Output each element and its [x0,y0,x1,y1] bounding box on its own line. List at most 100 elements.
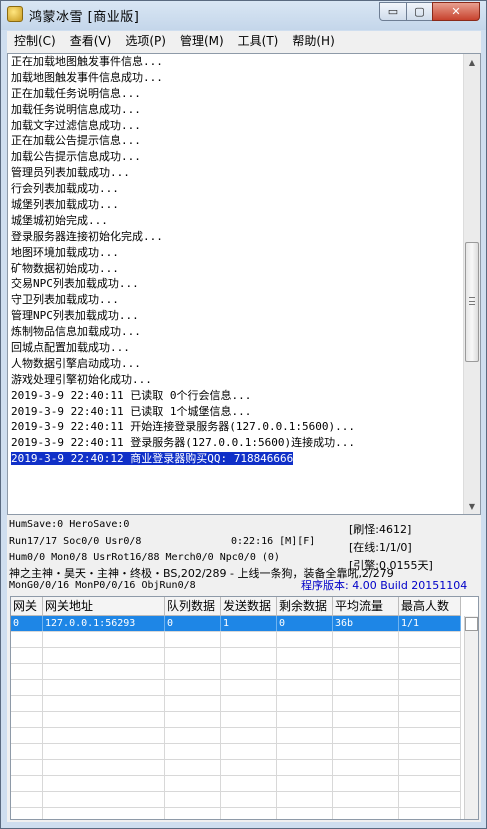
menu-tools[interactable]: 工具(T) [231,31,286,51]
table-cell [277,648,333,663]
table-cell [399,664,461,679]
menu-options[interactable]: 选项(P) [118,31,173,51]
column-header[interactable]: 网关 [11,597,43,616]
table-cell [165,664,221,679]
column-header[interactable]: 网关地址 [43,597,165,616]
log-line: 2019-3-9 22:40:11 开始连接登录服务器(127.0.0.1:56… [11,419,463,435]
menu-control[interactable]: 控制(C) [7,31,63,51]
table-cell [399,760,461,775]
log-line: 登录服务器连接初始化完成... [11,229,463,245]
table-scrollbar[interactable] [464,616,478,819]
log-line-text: 加载文字过滤信息成功... [11,118,141,132]
menu-view[interactable]: 查看(V) [63,31,119,51]
column-header[interactable]: 剩余数据 [277,597,333,616]
log-line: 城堡列表加载成功... [11,197,463,213]
scroll-up-arrow-icon[interactable]: ▲ [464,54,480,70]
minimize-icon: ▭ [387,5,399,18]
empty-table-row [11,744,461,760]
log-line: 2019-3-9 22:40:11 已读取 0个行会信息... [11,388,463,404]
maximize-button[interactable]: ▢ [406,2,433,21]
table-cell [11,728,43,743]
table-cell [43,808,165,819]
log-line: 矿物数据初始成功... [11,261,463,277]
table-cell [399,680,461,695]
column-header[interactable]: 平均流量 [333,597,399,616]
table-cell [277,728,333,743]
menu-help[interactable]: 帮助(H) [285,31,341,51]
column-header[interactable]: 队列数据 [165,597,221,616]
table-cell [165,712,221,727]
table-cell [399,632,461,647]
table-row[interactable]: 0 127.0.0.1:56293 0 1 0 36b 1/1 [11,616,461,632]
log-line: 回城点配置加载成功... [11,340,463,356]
log-line-text: 交易NPC列表加载成功... [11,277,139,291]
table-cell [165,728,221,743]
table-cell [165,808,221,819]
table-cell [221,696,277,711]
program-version: 程序版本: 4.00 Build 20151104 [301,579,468,592]
table-cell: 1 [221,616,277,631]
log-scrollbar[interactable]: ▲ ▼ [463,54,480,514]
table-cell [277,776,333,791]
table-cell [43,632,165,647]
log-line: 地图环境加载成功... [11,245,463,261]
column-header[interactable]: 发送数据 [221,597,277,616]
log-line: 加载地图触发事件信息成功... [11,70,463,86]
table-cell [11,792,43,807]
log-line-text: 炼制物品信息加载成功... [11,325,141,339]
table-cell [399,696,461,711]
log-lines: 正在加载地图触发事件信息... 加载地图触发事件信息成功... 正在加载任务说明信息… [11,54,463,467]
log-line-text: 人物数据引擎启动成功... [11,356,141,370]
log-scroll-thumb[interactable] [465,242,479,362]
log-panel[interactable]: 正在加载地图触发事件信息... 加载地图触发事件信息成功... 正在加载任务说明信息… [7,53,481,515]
table-cell [43,680,165,695]
log-line-text: 正在加载地图触发事件信息... [11,55,163,68]
table-cell [165,696,221,711]
table-cell [221,712,277,727]
empty-table-row [11,728,461,744]
grip-icon [469,297,475,305]
log-line-text: 回城点配置加载成功... [11,341,130,355]
log-line: 加载公告提示信息成功... [11,149,463,165]
refresh-monster-count: [刷怪:4612] [349,523,412,536]
humsave-text: HumSave:0 HeroSave:0 [9,519,130,530]
log-line-text: 行会列表加载成功... [11,182,119,196]
scroll-down-arrow-icon[interactable]: ▼ [464,498,480,514]
client-area: 正在加载地图触发事件信息... 加载地图触发事件信息成功... 正在加载任务说明信息… [7,51,481,822]
table-cell [277,632,333,647]
table-cell [11,648,43,663]
menu-manage[interactable]: 管理(M) [173,31,231,51]
log-line-text: 加载公告提示信息成功... [11,150,141,164]
empty-table-row [11,648,461,664]
table-cell [221,664,277,679]
minimize-button[interactable]: ▭ [379,2,407,21]
log-line-text: 2019-3-9 22:40:11 登录服务器(127.0.0.1:5600)连… [11,436,356,450]
table-cell [277,744,333,759]
table-cell [277,696,333,711]
table-cell [165,648,221,663]
table-cell [43,744,165,759]
table-scroll-thumb[interactable] [465,617,478,631]
column-header[interactable]: 最高人数 [399,597,461,616]
close-button[interactable]: ✕ [432,2,480,21]
table-cell [11,776,43,791]
log-line: 游戏处理引擎初始化成功... [11,372,463,388]
log-line-text: 地图环境加载成功... [11,245,119,259]
log-line: 加载文字过滤信息成功... [11,118,463,134]
table-cell [333,696,399,711]
table-cell [43,776,165,791]
table-cell [165,776,221,791]
table-cell: 1/1 [399,616,461,631]
log-line: 交易NPC列表加载成功... [11,276,463,292]
uptime-text: 0:22:16 [M][F] [231,536,316,547]
table-cell [277,760,333,775]
table-cell: 127.0.0.1:56293 [43,616,165,631]
table-cell [165,760,221,775]
table-cell [221,808,277,819]
log-line-text: 管理NPC列表加载成功... [11,309,139,323]
log-line-text: 加载地图触发事件信息成功... [11,70,163,84]
gateway-table[interactable]: 网关 网关地址 队列数据 发送数据 剩余数据 平均流量 最高人数 0 127.0.0.1:56… [10,596,479,820]
log-line: 2019-3-9 22:40:12 商业登录器购买QQ: 718846666 [11,451,463,467]
table-cell [277,680,333,695]
title-bar[interactable]: 鸿蒙冰雪 [商业版] ▭ ▢ ✕ [1,1,486,30]
